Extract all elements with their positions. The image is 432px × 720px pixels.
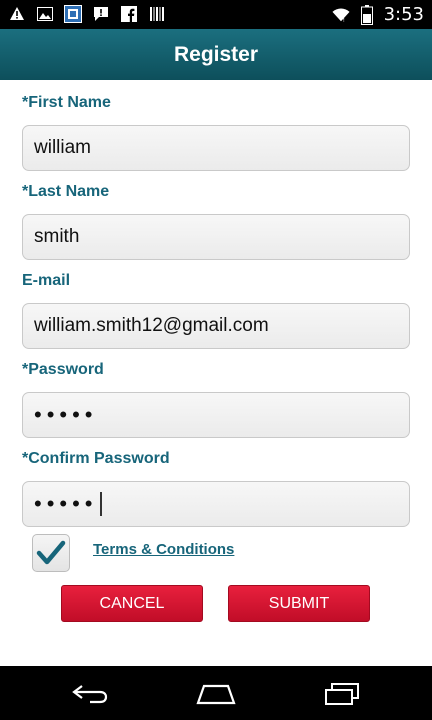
password-label: *Password (22, 361, 104, 378)
status-bar: ! 3:53 (0, 0, 432, 29)
email-field[interactable]: william.smith12@gmail.com (22, 303, 410, 349)
clock: 3:53 (383, 4, 424, 25)
password-value: ••••• (34, 402, 98, 427)
text-cursor (99, 492, 102, 516)
back-icon[interactable] (66, 680, 114, 708)
image-icon (36, 4, 54, 24)
warning-icon (8, 4, 26, 24)
message-alert-icon (92, 4, 110, 24)
app-header: Register (0, 29, 432, 80)
facebook-icon (120, 4, 138, 24)
terms-checkbox[interactable] (32, 534, 70, 572)
first-name-field[interactable]: william (22, 125, 410, 171)
terms-row: Terms & Conditions (32, 534, 234, 572)
cancel-button[interactable]: CANCEL (61, 585, 203, 622)
wifi-icon: ! (332, 5, 350, 25)
last-name-label: *Last Name (22, 183, 110, 200)
page-title: Register (173, 42, 259, 66)
confirm-password-label: *Confirm Password (22, 450, 170, 467)
email-label: E-mail (22, 272, 71, 289)
terms-conditions-link[interactable]: Terms & Conditions (93, 541, 234, 558)
confirm-password-field[interactable]: ••••• (22, 481, 410, 527)
checkmark-icon (36, 540, 66, 565)
barcode-icon (148, 4, 166, 24)
app-icon (64, 4, 82, 24)
last-name-value: smith (34, 226, 80, 247)
first-name-value: william (34, 137, 91, 158)
home-icon[interactable] (192, 680, 240, 708)
last-name-field[interactable]: smith (22, 214, 410, 260)
submit-button[interactable]: SUBMIT (228, 585, 370, 622)
email-value: william.smith12@gmail.com (34, 315, 269, 336)
confirm-password-value: ••••• (34, 491, 98, 516)
battery-icon (358, 4, 376, 25)
navigation-bar (0, 666, 432, 720)
recent-apps-icon[interactable] (318, 680, 366, 708)
first-name-label: *First Name (22, 94, 111, 111)
svg-text:!: ! (342, 18, 344, 23)
password-field[interactable]: ••••• (22, 392, 410, 438)
